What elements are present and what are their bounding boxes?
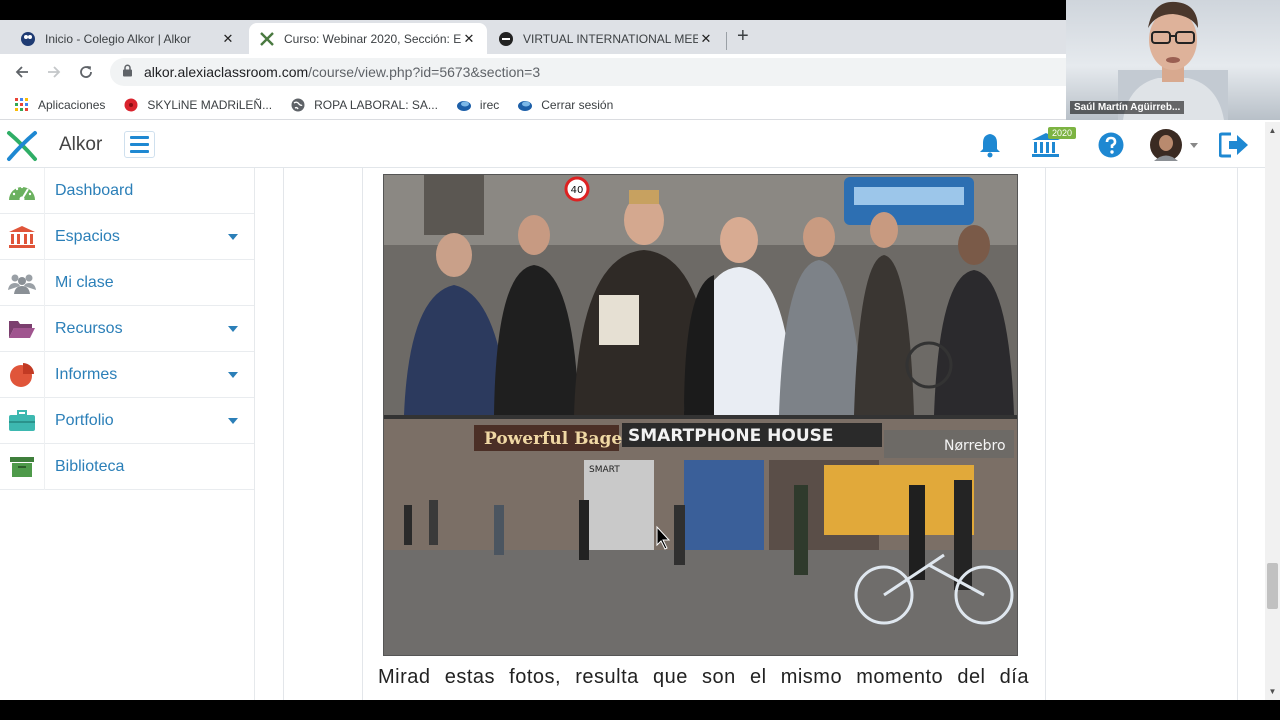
sidebar: Dashboard Espacios Mi clase Recursos Inf…	[0, 167, 255, 700]
sidebar-item-espacios[interactable]: Espacios	[0, 213, 254, 260]
year-badge: 2020	[1048, 127, 1077, 139]
url-host: alkor.alexiaclassroom.com	[144, 64, 309, 80]
sidebar-item-label: Espacios	[55, 227, 120, 245]
caret-down-icon[interactable]	[228, 325, 238, 332]
alkor-favicon-icon	[20, 31, 36, 47]
archive-box-icon	[0, 443, 45, 490]
reload-icon[interactable]	[75, 61, 97, 83]
sidebar-item-mi-clase[interactable]: Mi clase	[0, 259, 254, 306]
tab-inicio[interactable]: Inicio - Colegio Alkor | Alkor ✕	[10, 23, 246, 54]
tab-close-icon[interactable]: ✕	[698, 31, 714, 47]
user-avatar-menu[interactable]	[1148, 129, 1202, 161]
sidebar-item-label: Dashboard	[55, 181, 134, 199]
sidebar-item-recursos[interactable]: Recursos	[0, 305, 254, 352]
apps-grid-icon	[14, 97, 30, 113]
browser-toolbar: alkor.alexiaclassroom.com/course/view.ph…	[0, 54, 1066, 90]
video-call-thumbnail[interactable]: Saúl Martín Agüirreb...	[1066, 0, 1280, 120]
tab-virtual-meeting[interactable]: VIRTUAL INTERNATIONAL MEETING ✕	[488, 23, 724, 54]
screen: Inicio - Colegio Alkor | Alkor ✕ Curso: …	[0, 0, 1280, 720]
bookmark-label: ROPA LABORAL: SA...	[314, 97, 438, 112]
section-caption: Mirad estas fotos, resulta que son el mi…	[378, 666, 1029, 688]
sidebar-item-label: Mi clase	[55, 273, 114, 291]
bookmark-label: Aplicaciones	[38, 97, 106, 112]
caret-down-icon[interactable]	[228, 371, 238, 378]
sidebar-item-label: Informes	[55, 365, 118, 383]
dashboard-gauge-icon	[0, 167, 45, 214]
sidebar-item-dashboard[interactable]: Dashboard	[0, 167, 254, 214]
bookmark-aplicaciones[interactable]: Aplicaciones	[14, 97, 105, 113]
sidebar-item-biblioteca[interactable]: Biblioteca	[0, 443, 254, 490]
tab-title: VIRTUAL INTERNATIONAL MEETING	[523, 31, 698, 46]
scroll-down-arrow-icon[interactable]: ▼	[1265, 685, 1280, 699]
sidebar-item-label: Biblioteca	[55, 457, 125, 475]
meeting-favicon-icon	[498, 31, 514, 47]
sidebar-item-label: Recursos	[55, 319, 123, 337]
bookmark-label: irec	[479, 97, 500, 112]
page-scrollbar[interactable]	[1265, 122, 1280, 700]
bookmark-skyline[interactable]: SKYLiNE MADRiLEÑ...	[123, 97, 272, 113]
sidebar-item-informes[interactable]: Informes	[0, 351, 254, 398]
bookmark-ropa-laboral[interactable]: ROPA LABORAL: SA...	[290, 97, 438, 113]
logout-icon[interactable]	[1218, 130, 1250, 160]
shop-sign-text: Powerful Bagel	[484, 429, 629, 449]
help-icon[interactable]	[1096, 130, 1126, 160]
brand-name[interactable]: Alkor	[59, 134, 102, 156]
caret-down-icon[interactable]	[228, 417, 238, 424]
tab-close-icon[interactable]: ✕	[461, 31, 477, 47]
bookmark-label: SKYLiNE MADRiLEÑ...	[147, 97, 273, 112]
alkor-logo-icon[interactable]	[6, 130, 38, 162]
caret-down-icon[interactable]	[228, 233, 238, 240]
back-arrow-icon[interactable]	[11, 61, 33, 83]
street-crowd-photo: 40 Powerful Bagel SMARTPHONE HOUSE SMART…	[383, 174, 1018, 656]
users-group-icon	[0, 259, 45, 306]
participant-name: Saúl Martín Agüirreb...	[1070, 101, 1185, 114]
tab-curso-webinar[interactable]: Curso: Webinar 2020, Sección: El ✕	[249, 23, 487, 54]
tab-separator	[726, 32, 727, 50]
blue-bird-icon	[517, 97, 533, 113]
new-tab-button[interactable]: +	[737, 25, 749, 48]
bookmark-label: Cerrar sesión	[541, 97, 614, 112]
speed-sign-text: 40	[571, 185, 584, 196]
hamburger-line	[130, 150, 149, 153]
browser-tab-strip: Inicio - Colegio Alkor | Alkor ✕ Curso: …	[0, 20, 1066, 54]
bookmarks-bar: Aplicaciones SKYLiNE MADRiLEÑ... ROPA LA…	[0, 90, 1066, 120]
lock-icon	[122, 64, 134, 80]
main-content: 40 Powerful Bagel SMARTPHONE HOUSE SMART…	[255, 168, 1265, 700]
screen-bottom-bar	[0, 700, 1280, 720]
hamburger-menu-button[interactable]	[124, 131, 155, 158]
briefcase-icon	[0, 397, 45, 444]
folder-open-icon	[0, 305, 45, 352]
scroll-up-arrow-icon[interactable]: ▲	[1265, 124, 1280, 138]
url-path: /course/view.php?id=5673&section=3	[308, 64, 541, 80]
hamburger-line	[130, 136, 149, 139]
sidebar-item-portfolio[interactable]: Portfolio	[0, 397, 254, 444]
hamburger-line	[130, 143, 149, 146]
pie-chart-icon	[0, 351, 45, 398]
alkor-x-favicon-icon	[259, 31, 275, 47]
sidebar-item-label: Portfolio	[55, 411, 114, 429]
blue-bird-icon	[456, 97, 472, 113]
photo-collage-image: 40 Powerful Bagel SMARTPHONE HOUSE SMART…	[384, 175, 1017, 655]
forward-arrow-icon[interactable]	[43, 61, 65, 83]
institution-icon	[0, 213, 45, 260]
shop-sign-text: Nørrebro	[944, 438, 1006, 454]
bookmark-irec[interactable]: irec	[456, 97, 499, 113]
bell-icon[interactable]	[976, 130, 1004, 160]
tab-title: Curso: Webinar 2020, Sección: El	[284, 31, 461, 46]
shop-sign-text: SMART	[589, 465, 620, 475]
scrollbar-thumb[interactable]	[1267, 563, 1278, 609]
app-header: Alkor	[0, 122, 1280, 168]
address-bar[interactable]: alkor.alexiaclassroom.com/course/view.ph…	[110, 58, 1066, 86]
tab-title: Inicio - Colegio Alkor | Alkor	[45, 31, 191, 46]
bookmark-cerrar-sesion[interactable]: Cerrar sesión	[517, 97, 613, 113]
tab-close-icon[interactable]: ✕	[220, 31, 236, 47]
red-flower-icon	[123, 97, 139, 113]
shop-sign-text: SMARTPHONE HOUSE	[628, 426, 833, 446]
globe-icon	[290, 97, 306, 113]
avatar	[1150, 129, 1198, 161]
